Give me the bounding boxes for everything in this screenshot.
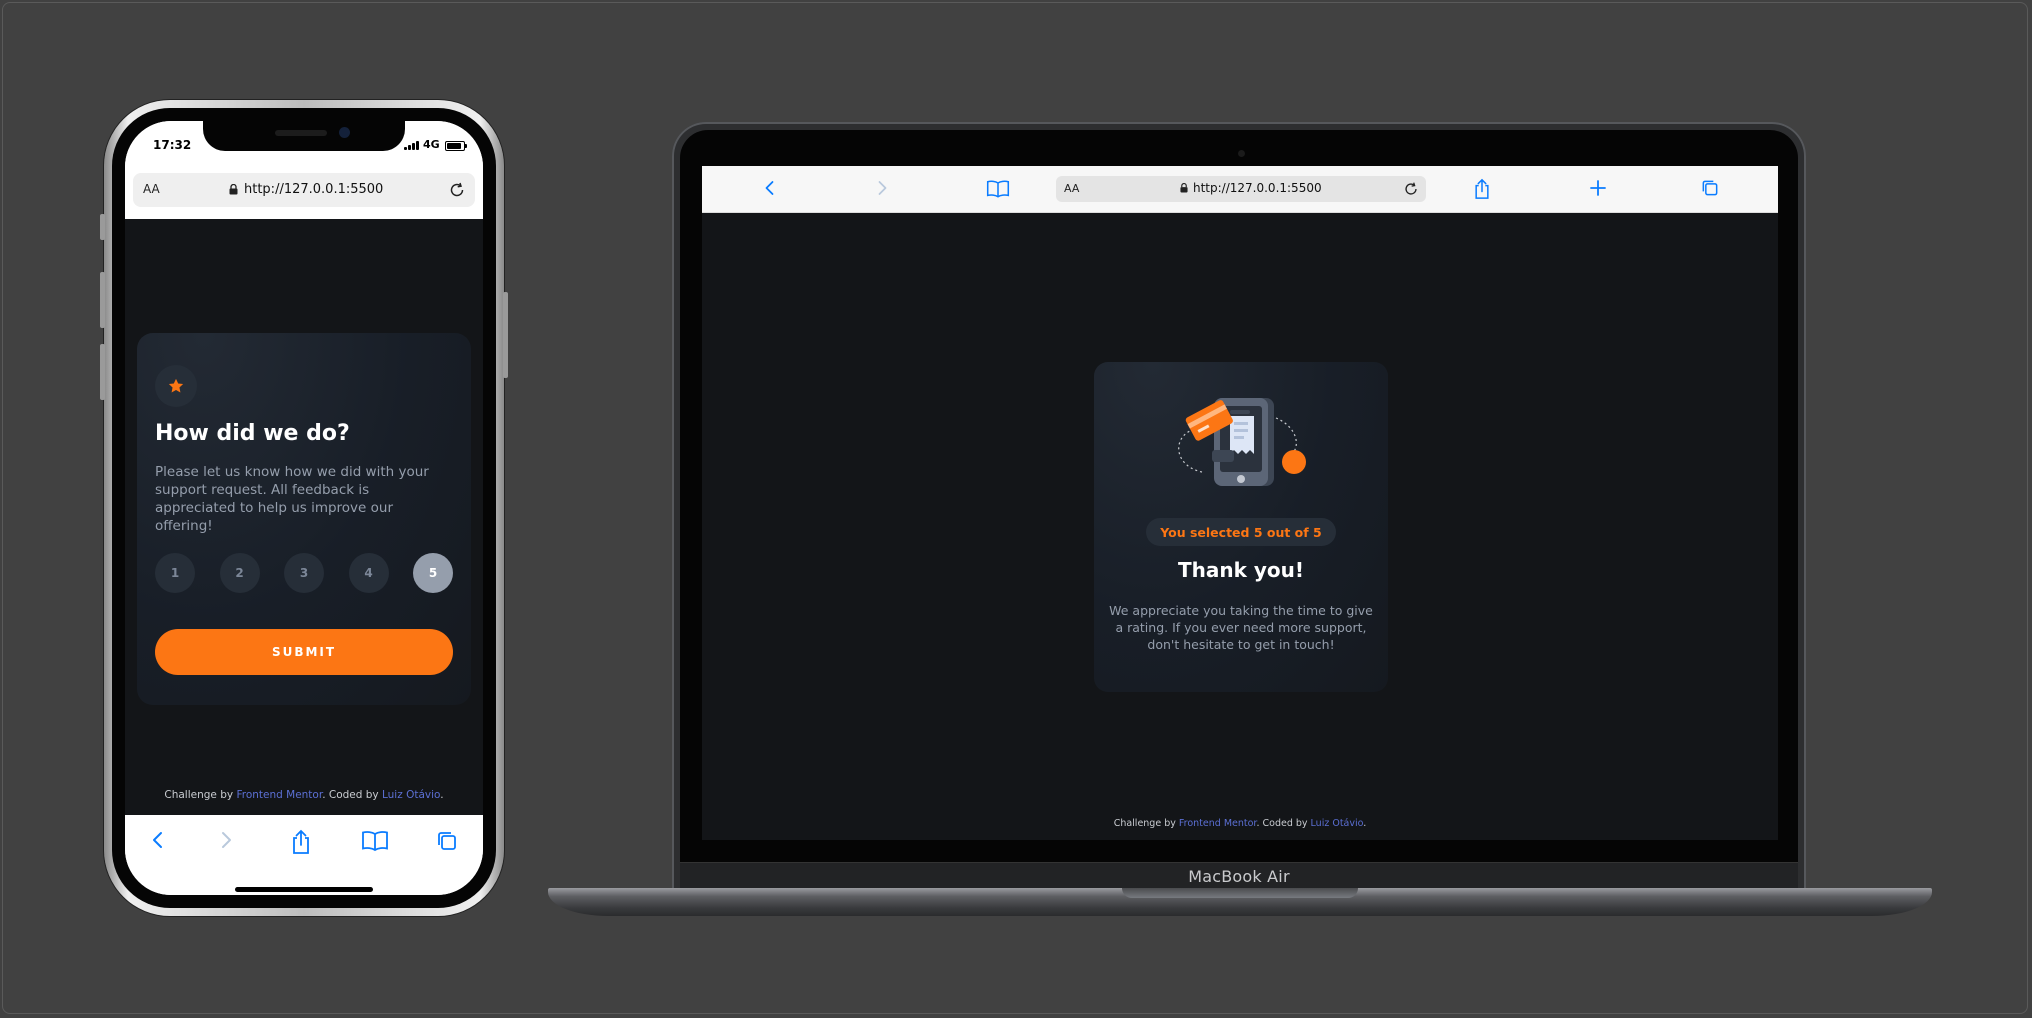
text-size-button[interactable]: AA [143, 182, 160, 196]
thank-you-card: You selected 5 out of 5 Thank you! We ap… [1094, 362, 1388, 692]
attribution-prefix: Challenge by [164, 789, 237, 801]
phone-screen: 17:32 4G AA http://127.0.0.1:5500 How di… [125, 121, 483, 895]
side-button [503, 292, 508, 378]
phone-address-bar-area: AA http://127.0.0.1:5500 [125, 165, 483, 219]
frontend-mentor-link[interactable]: Frontend Mentor [1179, 818, 1257, 829]
home-indicator [235, 887, 373, 892]
lock-icon [1180, 183, 1188, 193]
rating-title: How did we do? [155, 421, 350, 446]
forward-icon[interactable] [872, 178, 892, 198]
submit-button[interactable]: SUBMIT [155, 629, 453, 675]
attribution: Challenge by Frontend Mentor. Coded by L… [702, 818, 1778, 829]
tabs-icon[interactable] [435, 829, 459, 853]
url-display: http://127.0.0.1:5500 [229, 182, 383, 197]
phone-web-page: How did we do? Please let us know how we… [125, 219, 483, 815]
url-text: http://127.0.0.1:5500 [1193, 181, 1322, 195]
payment-illustration [1178, 398, 1306, 486]
attribution: Challenge by Frontend Mentor. Coded by L… [125, 789, 483, 801]
phone-bottom-toolbar [125, 815, 483, 895]
star-badge [155, 365, 197, 407]
bookmarks-icon[interactable] [361, 829, 389, 853]
reload-icon[interactable] [447, 180, 467, 200]
attribution-prefix: Challenge by [1113, 818, 1179, 829]
macbook-brand-label: MacBook Air [1188, 867, 1290, 886]
rating-option-1[interactable]: 1 [155, 553, 195, 593]
reload-icon[interactable] [1402, 180, 1420, 198]
thank-you-title: Thank you! [1177, 558, 1304, 582]
front-camera [339, 127, 350, 138]
rating-option-2[interactable]: 2 [219, 553, 260, 593]
attribution-middle: . Coded by [1256, 818, 1311, 829]
new-tab-icon[interactable] [1588, 178, 1608, 198]
volume-down-button [100, 344, 105, 400]
signal-icon [404, 141, 419, 150]
phone-notch [203, 121, 405, 151]
network-type: 4G [423, 138, 440, 151]
attribution-middle: . Coded by [322, 789, 382, 801]
rating-option-4[interactable]: 4 [348, 553, 389, 593]
selection-badge: You selected 5 out of 5 [1146, 518, 1336, 546]
thank-you-description: We appreciate you taking the time to giv… [1109, 603, 1373, 652]
frontend-mentor-link[interactable]: Frontend Mentor [236, 789, 322, 801]
star-icon [168, 378, 184, 393]
iphone-device: 17:32 4G AA http://127.0.0.1:5500 How di… [104, 100, 504, 916]
laptop-screen: AA http://127.0.0.1:5500 You selected 5 … [702, 166, 1778, 840]
status-time: 17:32 [153, 138, 192, 152]
forward-icon[interactable] [215, 829, 237, 851]
bookmarks-icon[interactable] [986, 178, 1010, 200]
share-icon[interactable] [1472, 178, 1492, 200]
rating-options: 1 2 3 4 5 [155, 553, 453, 593]
back-icon[interactable] [147, 829, 169, 851]
laptop-chin: MacBook Air [680, 862, 1798, 889]
attribution-suffix: . [1363, 818, 1367, 829]
rating-description: Please let us know how we did with your … [155, 464, 429, 534]
macbook-thumb-notch [1122, 888, 1358, 898]
rating-option-3[interactable]: 3 [284, 553, 324, 593]
battery-icon [445, 141, 467, 151]
rating-option-5[interactable]: 5 [413, 553, 453, 593]
lock-icon [229, 184, 238, 195]
phone-address-bar[interactable]: AA http://127.0.0.1:5500 [133, 173, 475, 207]
laptop-camera [1238, 150, 1245, 157]
speaker [275, 130, 327, 136]
author-link[interactable]: Luiz Otávio [382, 789, 440, 801]
mute-switch [100, 214, 105, 240]
laptop-browser-toolbar: AA http://127.0.0.1:5500 [702, 166, 1778, 213]
author-link[interactable]: Luiz Otávio [1311, 818, 1364, 829]
volume-up-button [100, 272, 105, 328]
back-icon[interactable] [760, 178, 780, 198]
tabs-icon[interactable] [1700, 178, 1720, 198]
share-icon[interactable] [289, 829, 313, 855]
rating-card: How did we do? Please let us know how we… [137, 333, 471, 705]
text-size-button[interactable]: AA [1064, 182, 1079, 195]
url-text: http://127.0.0.1:5500 [244, 182, 384, 197]
attribution-suffix: . [440, 789, 444, 801]
laptop-address-bar[interactable]: AA http://127.0.0.1:5500 [1056, 176, 1426, 202]
url-display: http://127.0.0.1:5500 [1180, 181, 1322, 195]
